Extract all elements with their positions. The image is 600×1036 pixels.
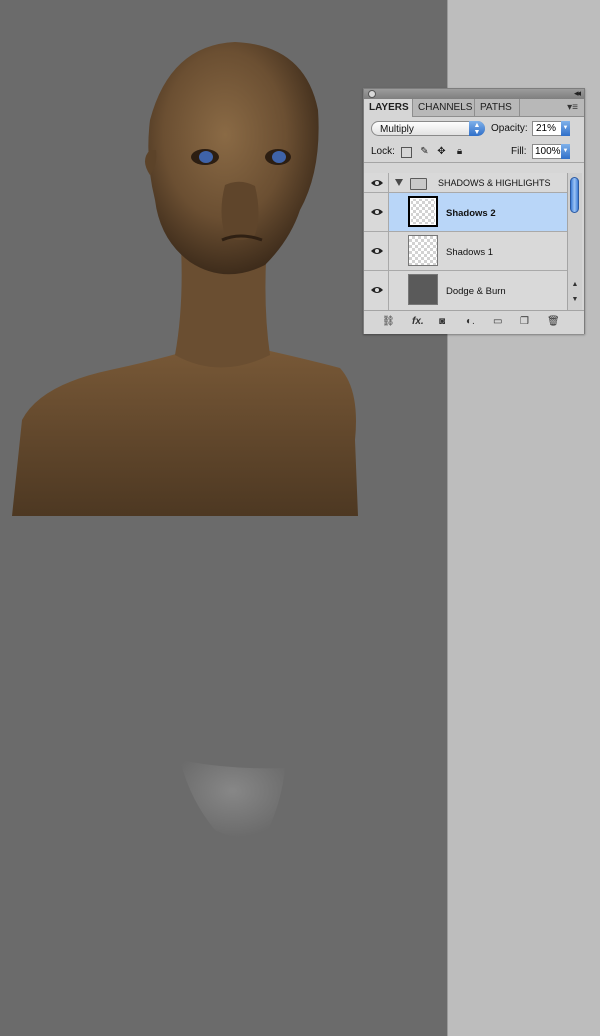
fill-dropdown-icon[interactable]: ▼ (561, 144, 570, 159)
layers-panel[interactable]: ◂◂ LAYERS CHANNELS PATHS ▾≡ Multiply ▲ ▼ … (363, 88, 585, 334)
layer-thumbnail (408, 235, 438, 266)
group-name: SHADOWS & HIGHLIGHTS (438, 178, 551, 188)
expand-triangle-icon[interactable] (395, 179, 403, 186)
layers-list[interactable]: SHADOWS & HIGHLIGHTS Shadows 2 Shadows 1… (364, 173, 567, 310)
panel-tabs: LAYERS CHANNELS PATHS ▾≡ (364, 99, 584, 117)
layer-row[interactable]: Dodge & Burn (364, 271, 567, 310)
lock-transparent-icon[interactable] (401, 147, 412, 158)
scroll-up-icon[interactable]: ▲ (570, 279, 580, 291)
blend-mode-select[interactable]: Multiply ▲ ▼ (371, 121, 485, 136)
visibility-toggle[interactable] (364, 173, 389, 192)
eye-icon (371, 209, 383, 215)
new-layer-icon[interactable]: ❐ (520, 316, 529, 328)
visibility-toggle[interactable] (364, 232, 389, 270)
link-icon[interactable]: ⛓ (382, 316, 395, 328)
fx-icon[interactable]: fx. (412, 316, 424, 328)
trash-icon[interactable]: 🗑︎ (547, 316, 560, 328)
panel-menu-icon[interactable]: ▾≡ (567, 102, 578, 113)
layer-row[interactable]: Shadows 2 (364, 193, 567, 232)
collapse-icon[interactable]: ◂◂ (574, 88, 581, 99)
tab-layers[interactable]: LAYERS (364, 99, 413, 117)
panel-footer: ⛓ fx. ◙ ◐. ▭ ❐ 🗑︎ (364, 310, 584, 334)
scroll-down-icon[interactable]: ▼ (570, 294, 580, 306)
lock-position-icon[interactable]: ✥ (436, 146, 447, 157)
folder-icon (410, 178, 427, 190)
eye-icon (371, 287, 383, 293)
eye-icon (371, 180, 383, 186)
opacity-dropdown-icon[interactable]: ▼ (561, 121, 570, 136)
layer-thumbnail (408, 274, 438, 305)
lock-brush-icon[interactable]: ✎ (419, 146, 430, 157)
folder-icon[interactable]: ▭ (493, 316, 502, 328)
layer-group[interactable]: SHADOWS & HIGHLIGHTS (364, 173, 567, 193)
select-arrows-icon: ▲ ▼ (469, 121, 485, 136)
layer-name: Shadows 1 (446, 247, 494, 258)
opacity-field[interactable]: 21% ▼ (532, 121, 570, 136)
lock-all-icon[interactable]: 🔒︎ (454, 146, 465, 157)
tab-paths[interactable]: PATHS (475, 99, 520, 116)
mask-icon[interactable]: ◙ (439, 316, 445, 328)
visibility-toggle[interactable] (364, 271, 389, 310)
layer-row[interactable]: Shadows 1 (364, 232, 567, 271)
close-icon[interactable] (368, 90, 376, 98)
fill-field[interactable]: 100% ▼ (532, 144, 570, 159)
opacity-value: 21% (536, 123, 557, 134)
adjustment-icon[interactable]: ◐. (466, 316, 475, 328)
layer-name: Shadows 2 (446, 208, 496, 219)
fill-label: Fill: (511, 146, 527, 157)
visibility-toggle[interactable] (364, 193, 389, 231)
tab-channels[interactable]: CHANNELS (413, 99, 475, 116)
layer-thumbnail (408, 196, 438, 227)
lock-label: Lock: (371, 146, 395, 157)
layer-name: Dodge & Burn (446, 286, 506, 297)
opacity-label: Opacity: (491, 123, 528, 134)
eye-icon (371, 248, 383, 254)
fill-value: 100% (535, 146, 561, 157)
panel-titlebar[interactable]: ◂◂ (364, 88, 584, 99)
scrollbar-thumb[interactable] (570, 177, 579, 213)
blend-mode-value: Multiply (380, 124, 414, 135)
layers-scrollbar[interactable]: ▲ ▼ (567, 173, 582, 310)
